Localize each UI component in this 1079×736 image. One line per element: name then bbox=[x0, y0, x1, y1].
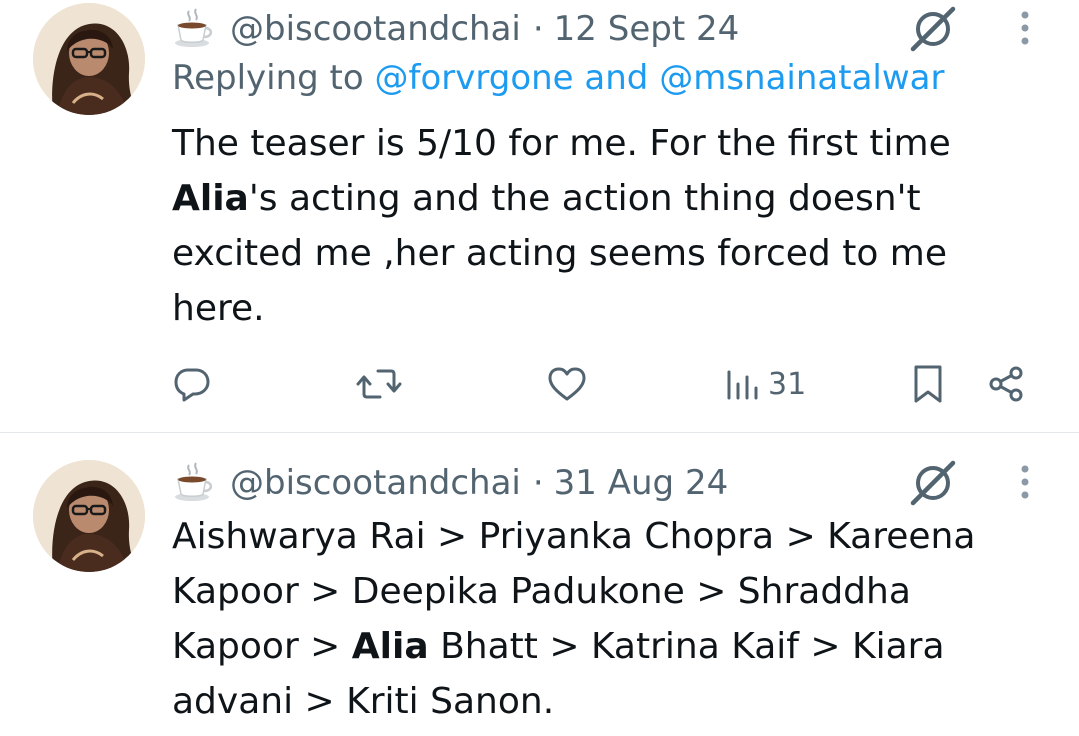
replying-to-line: Replying to @forvrgone and @msnainatalwa… bbox=[172, 58, 944, 98]
like-button[interactable] bbox=[546, 356, 588, 412]
tweet-text-part: The teaser is 5/10 for me. For the first… bbox=[172, 123, 951, 164]
tweet[interactable]: @biscootandchai · 12 Sept 24 Replying to… bbox=[0, 0, 1079, 432]
author-handle[interactable]: @biscootandchai bbox=[230, 9, 521, 49]
views-count: 31 bbox=[768, 366, 807, 402]
tweet-text: Aishwarya Rai > Priyanka Chopra > Kareen… bbox=[172, 509, 1022, 729]
mention-link[interactable]: @forvrgone bbox=[375, 58, 574, 98]
like-icon bbox=[546, 364, 588, 404]
bookmark-button[interactable] bbox=[910, 356, 946, 412]
coffee-cup-icon bbox=[172, 7, 216, 51]
tweet-text-bold: Alia bbox=[172, 178, 249, 219]
more-options-icon[interactable] bbox=[1010, 458, 1040, 508]
repost-icon bbox=[356, 364, 402, 404]
share-button[interactable] bbox=[986, 356, 1026, 412]
separator-dot: · bbox=[532, 463, 544, 503]
reply-icon bbox=[172, 364, 212, 404]
grok-icon[interactable] bbox=[905, 4, 961, 54]
tweet-text-bold: Alia bbox=[351, 626, 429, 667]
replying-prefix: Replying to bbox=[172, 58, 364, 98]
more-options-icon[interactable] bbox=[1010, 4, 1040, 54]
author-handle[interactable]: @biscootandchai bbox=[230, 463, 521, 503]
mention-link[interactable]: @msnainatalwar bbox=[659, 58, 944, 98]
reply-button[interactable] bbox=[172, 356, 212, 412]
tweet-text-part: 's acting and the action thing doesn't e… bbox=[172, 178, 948, 329]
replying-and[interactable]: and bbox=[584, 58, 648, 98]
separator-dot: · bbox=[532, 9, 544, 49]
tweet[interactable]: @biscootandchai · 31 Aug 24 Aishwarya Ra… bbox=[0, 433, 1079, 736]
avatar[interactable] bbox=[33, 460, 145, 572]
views-button[interactable]: 31 bbox=[724, 356, 806, 412]
bookmark-icon bbox=[910, 363, 946, 405]
grok-icon[interactable] bbox=[905, 458, 961, 508]
coffee-cup-icon bbox=[172, 461, 216, 505]
action-bar: 31 bbox=[0, 356, 1079, 412]
views-icon bbox=[724, 364, 762, 404]
share-icon bbox=[986, 364, 1026, 404]
tweet-date[interactable]: 12 Sept 24 bbox=[554, 9, 740, 49]
tweet-text: The teaser is 5/10 for me. For the first… bbox=[172, 116, 1022, 336]
repost-button[interactable] bbox=[356, 356, 402, 412]
avatar[interactable] bbox=[33, 3, 145, 115]
tweet-header: @biscootandchai · 31 Aug 24 bbox=[172, 458, 728, 508]
tweet-header: @biscootandchai · 12 Sept 24 bbox=[172, 4, 739, 54]
tweet-date[interactable]: 31 Aug 24 bbox=[554, 463, 729, 503]
